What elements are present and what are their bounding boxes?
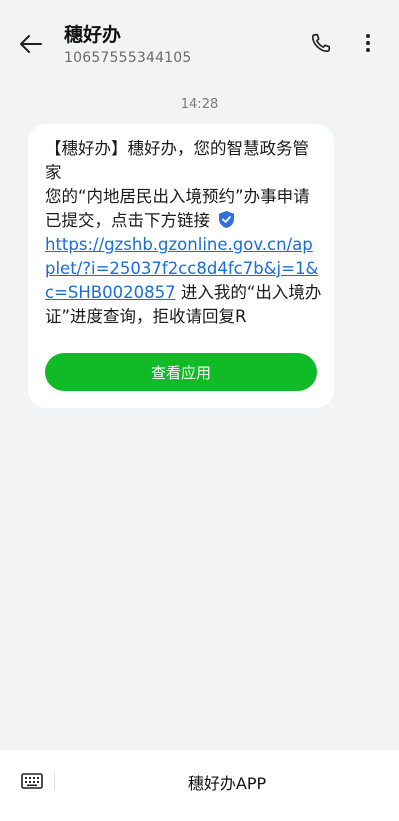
message-text: 【穗好办】穗好办，您的智慧政务管家 您的“内地居民出入境预约”办事申请已提交，点… [45, 137, 323, 329]
view-app-button[interactable]: 查看应用 [45, 353, 317, 391]
message-bubble: 【穗好办】穗好办，您的智慧政务管家 您的“内地居民出入境预约”办事申请已提交，点… [28, 124, 334, 408]
message-body-text: 【穗好办】穗好办，您的智慧政务管家 您的“内地居民出入境预约”办事申请已提交，点… [45, 139, 310, 230]
back-arrow-icon [20, 35, 42, 53]
verified-shield-icon [219, 211, 234, 228]
back-button[interactable] [16, 30, 46, 58]
keyboard-button[interactable] [18, 770, 46, 792]
sender-number: 10657555344105 [64, 50, 192, 66]
app-header: 穗好办 10657555344105 [0, 0, 399, 80]
app-menu-button[interactable]: 穗好办APP [55, 750, 399, 813]
phone-icon [311, 33, 331, 53]
call-button[interactable] [308, 30, 334, 56]
conversation-title: 穗好办 [64, 24, 122, 46]
bottom-bar: 穗好办APP [0, 750, 399, 821]
message-timestamp: 14:28 [180, 97, 219, 112]
more-vertical-icon [366, 34, 370, 52]
keyboard-icon [21, 773, 43, 789]
more-options-button[interactable] [357, 30, 379, 56]
